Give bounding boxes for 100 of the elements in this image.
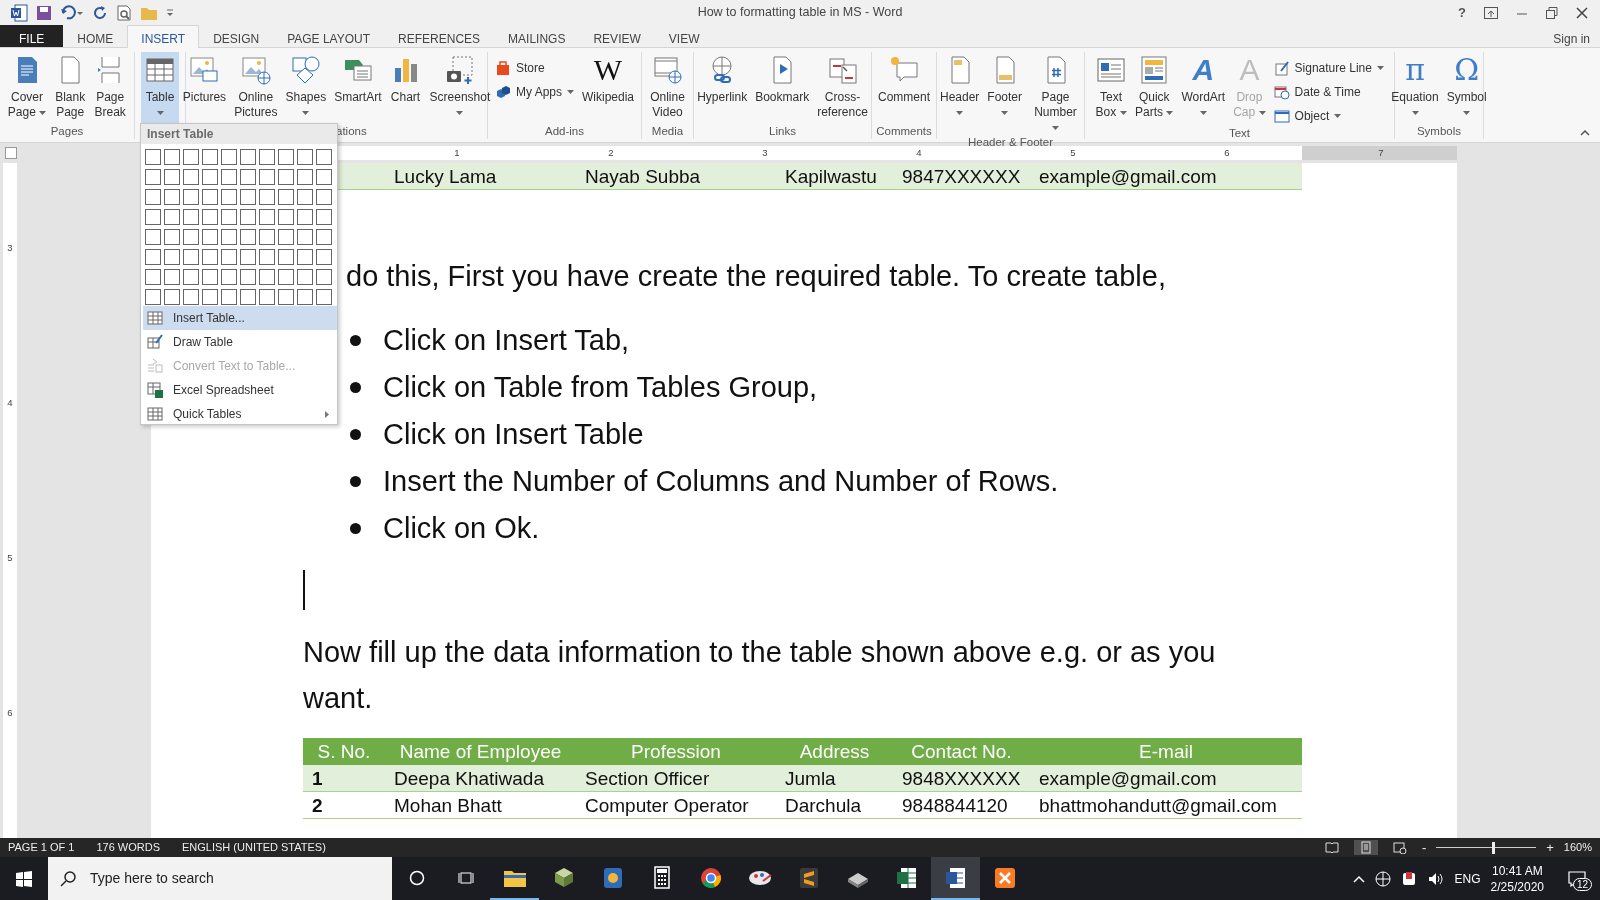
- grid-cell[interactable]: [297, 169, 313, 185]
- print-preview-icon[interactable]: [116, 4, 132, 21]
- taskbar-app[interactable]: [931, 857, 980, 900]
- ribbon-tab[interactable]: DESIGN: [199, 25, 274, 47]
- grid-cell[interactable]: [183, 169, 199, 185]
- grid-cell[interactable]: [297, 269, 313, 285]
- ribbon-button[interactable]: Page Number: [1027, 52, 1084, 135]
- ribbon-button[interactable]: Quick Parts: [1132, 52, 1177, 126]
- ribbon-tab[interactable]: INSERT: [127, 25, 200, 48]
- ribbon-button[interactable]: Online Pictures: [231, 52, 281, 124]
- grid-cell[interactable]: [202, 169, 218, 185]
- ribbon-button[interactable]: Object: [1270, 106, 1387, 126]
- undo-icon[interactable]: [60, 4, 84, 21]
- ribbon-button[interactable]: Table: [141, 52, 179, 124]
- grid-cell[interactable]: [221, 209, 237, 225]
- grid-cell[interactable]: [259, 149, 275, 165]
- redo-icon[interactable]: [92, 4, 108, 21]
- grid-cell[interactable]: [221, 169, 237, 185]
- ribbon-button[interactable]: Pictures: [179, 52, 230, 124]
- ribbon-display-icon[interactable]: [1484, 6, 1498, 19]
- ribbon-button[interactable]: Signature Line: [1270, 58, 1387, 78]
- ribbon-button[interactable]: Header: [937, 52, 983, 135]
- grid-cell[interactable]: [316, 229, 332, 245]
- ribbon-button[interactable]: Blank Page: [51, 52, 90, 124]
- grid-cell[interactable]: [221, 289, 237, 305]
- ribbon-button[interactable]: Screenshot: [426, 52, 494, 124]
- menu-item[interactable]: Insert Table...: [143, 306, 337, 330]
- grid-cell[interactable]: [240, 189, 256, 205]
- ribbon-button[interactable]: Text Box: [1092, 52, 1131, 126]
- grid-cell[interactable]: [183, 269, 199, 285]
- grid-cell[interactable]: [221, 149, 237, 165]
- grid-cell[interactable]: [278, 149, 294, 165]
- ribbon-button[interactable]: Bookmark: [752, 52, 813, 124]
- ribbon-button[interactable]: W Wikipedia: [579, 52, 638, 124]
- grid-cell[interactable]: [164, 229, 180, 245]
- ribbon-tab[interactable]: VIEW: [654, 25, 714, 47]
- grid-cell[interactable]: [202, 149, 218, 165]
- clock-time[interactable]: 10:41 AM: [1491, 862, 1543, 879]
- ribbon-button[interactable]: Cover Page: [4, 52, 50, 124]
- page-count[interactable]: PAGE 1 OF 1: [8, 839, 75, 856]
- grid-cell[interactable]: [316, 269, 332, 285]
- sign-in-link[interactable]: Sign in: [1553, 25, 1600, 47]
- zoom-in-button[interactable]: +: [1546, 841, 1554, 854]
- grid-cell[interactable]: [259, 169, 275, 185]
- grid-cell[interactable]: [316, 169, 332, 185]
- menu-item[interactable]: Quick Tables: [143, 402, 337, 426]
- grid-cell[interactable]: [316, 149, 332, 165]
- tab-selector[interactable]: [5, 147, 17, 159]
- ribbon-tab[interactable]: MAILINGS: [494, 25, 580, 47]
- ribbon-tab[interactable]: HOME: [63, 25, 128, 47]
- grid-cell[interactable]: [297, 289, 313, 305]
- grid-cell[interactable]: [240, 249, 256, 265]
- ribbon-button[interactable]: Comment: [875, 52, 933, 124]
- grid-cell[interactable]: [183, 149, 199, 165]
- grid-cell[interactable]: [278, 249, 294, 265]
- grid-cell[interactable]: [202, 209, 218, 225]
- restore-icon[interactable]: [1546, 6, 1558, 19]
- grid-cell[interactable]: [221, 269, 237, 285]
- search-input[interactable]: Type here to search: [88, 867, 378, 890]
- ribbon-button[interactable]: SmartArt: [331, 52, 385, 124]
- grid-cell[interactable]: [202, 249, 218, 265]
- tray-app-icon[interactable]: [1400, 870, 1417, 887]
- grid-cell[interactable]: [183, 189, 199, 205]
- grid-cell[interactable]: [240, 289, 256, 305]
- grid-cell[interactable]: [297, 229, 313, 245]
- ribbon-tab[interactable]: FILE: [0, 25, 64, 47]
- grid-cell[interactable]: [316, 249, 332, 265]
- globe-icon[interactable]: [1374, 870, 1391, 887]
- customize-icon[interactable]: [166, 8, 174, 17]
- search-field[interactable]: Type here to search: [48, 857, 392, 900]
- ribbon-tab[interactable]: REFERENCES: [384, 25, 495, 47]
- grid-cell[interactable]: [202, 289, 218, 305]
- menu-item[interactable]: Excel Spreadsheet: [143, 378, 337, 402]
- view-button[interactable]: [1353, 840, 1378, 855]
- grid-cell[interactable]: [297, 189, 313, 205]
- ribbon-button[interactable]: Shapes: [282, 52, 330, 124]
- grid-cell[interactable]: [164, 269, 180, 285]
- grid-cell[interactable]: [240, 209, 256, 225]
- ribbon-button[interactable]: Online Video: [647, 52, 688, 124]
- input-language[interactable]: ENG: [1454, 869, 1481, 888]
- grid-cell[interactable]: [164, 149, 180, 165]
- ribbon-tab[interactable]: REVIEW: [579, 25, 655, 47]
- clock-date[interactable]: 2/25/2020: [1490, 878, 1544, 895]
- grid-cell[interactable]: [278, 229, 294, 245]
- grid-cell[interactable]: [145, 269, 161, 285]
- ribbon-button[interactable]: Ω Symbol: [1443, 52, 1490, 124]
- zoom-level[interactable]: 160%: [1563, 839, 1592, 856]
- grid-cell[interactable]: [164, 169, 180, 185]
- grid-cell[interactable]: [259, 209, 275, 225]
- grid-cell[interactable]: [202, 189, 218, 205]
- grid-cell[interactable]: [259, 289, 275, 305]
- collapse-ribbon-icon[interactable]: [1580, 130, 1590, 136]
- grid-cell[interactable]: [278, 189, 294, 205]
- grid-cell[interactable]: [145, 169, 161, 185]
- grid-cell[interactable]: [240, 269, 256, 285]
- grid-cell[interactable]: [316, 189, 332, 205]
- grid-cell[interactable]: [278, 269, 294, 285]
- grid-cell[interactable]: [278, 209, 294, 225]
- ribbon-button[interactable]: Hyperlink: [694, 52, 751, 124]
- grid-cell[interactable]: [240, 149, 256, 165]
